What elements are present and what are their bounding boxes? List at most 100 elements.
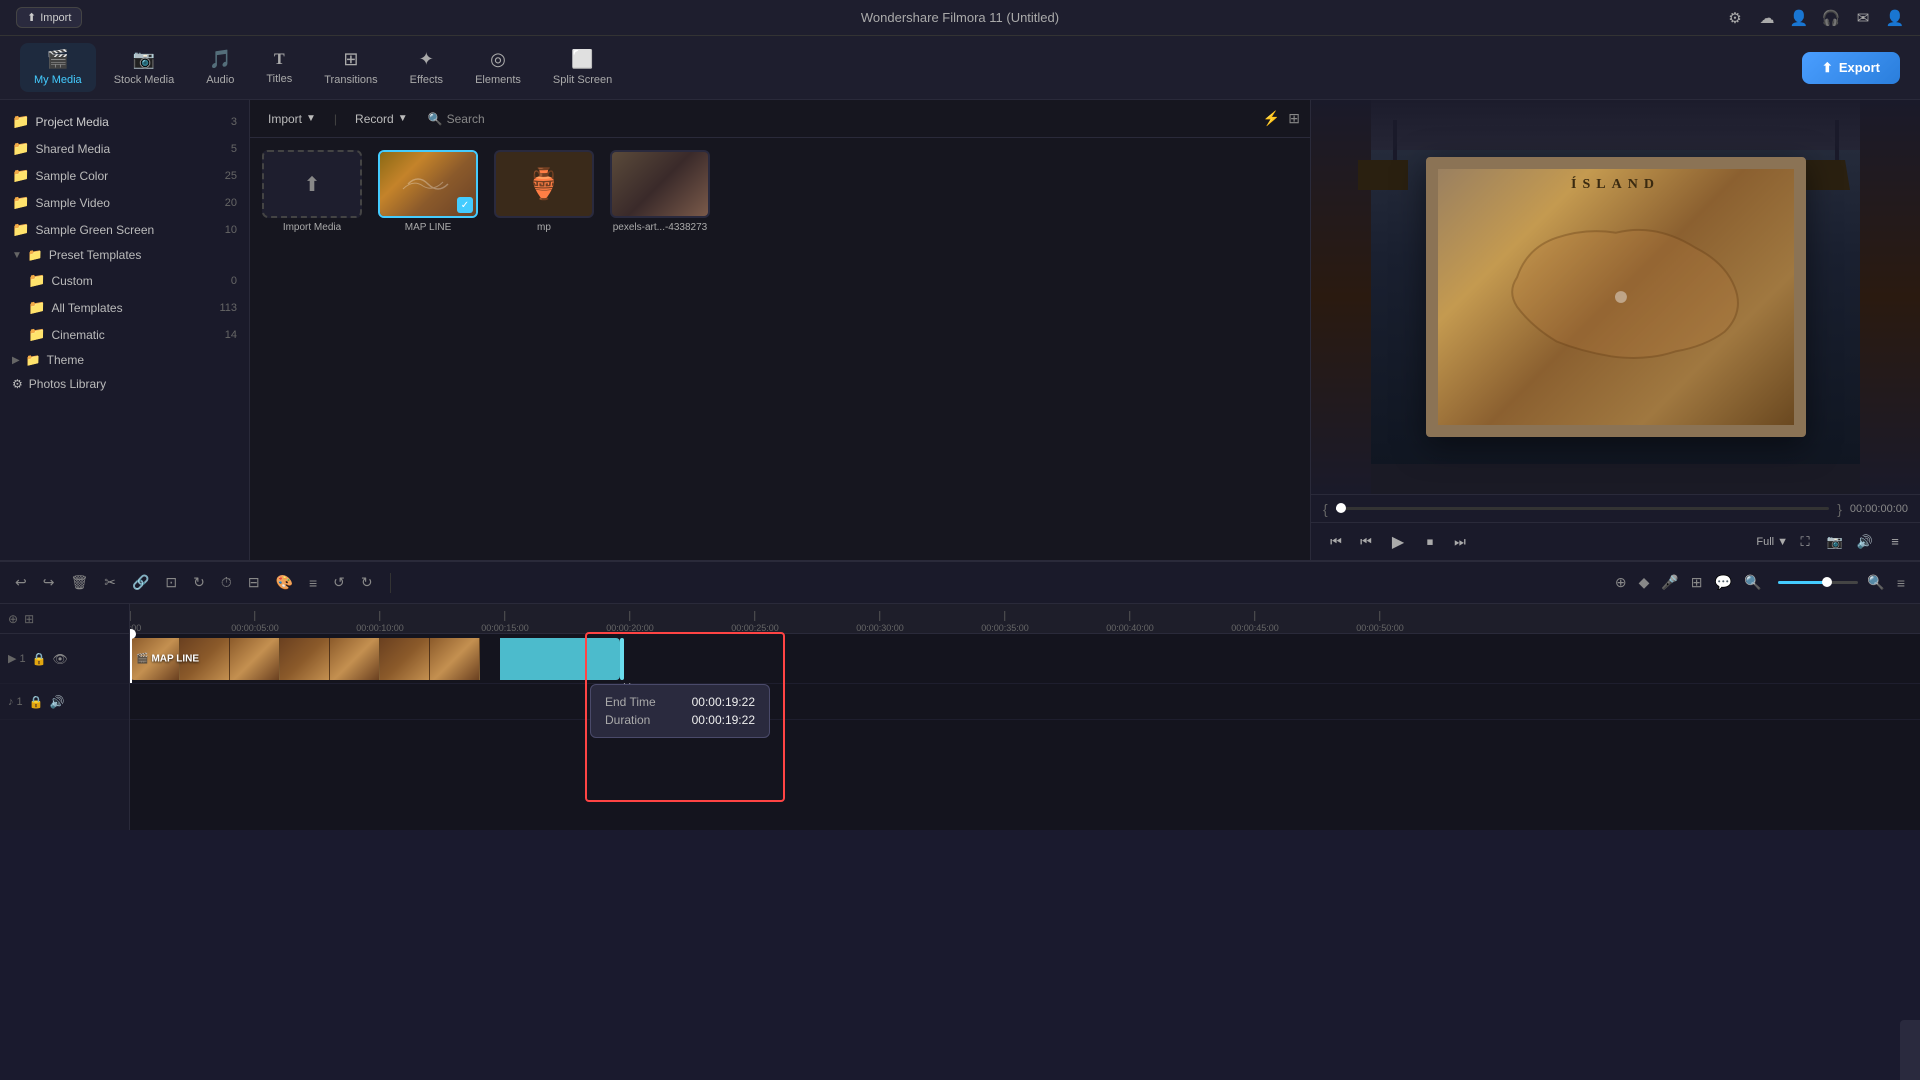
toolbar-titles[interactable]: T Titles	[252, 45, 306, 91]
headset-icon[interactable]: 🎧	[1822, 9, 1840, 27]
toolbar-effects[interactable]: ✦ Effects	[396, 43, 457, 92]
ruler-tick	[1379, 611, 1380, 621]
expand-tracks-icon[interactable]: ⊞	[24, 612, 34, 626]
timeline-tracks: 🎬 MAP LINE End Time 00:00:19	[130, 634, 1920, 720]
track-v1-lock-icon[interactable]: 🔒	[32, 652, 47, 666]
track-v1-eye-icon[interactable]: 👁	[53, 652, 68, 666]
sidebar-item-shared-media[interactable]: 📁 Shared Media 5	[0, 135, 249, 162]
sidebar-item-cinematic[interactable]: 📁 Cinematic 14	[0, 321, 249, 348]
export-label: Export	[1839, 60, 1880, 75]
settings-button[interactable]: ≡	[1882, 529, 1908, 555]
sidebar-item-sample-video[interactable]: 📁 Sample Video 20	[0, 189, 249, 216]
play-button[interactable]: ▶	[1383, 527, 1413, 557]
tooltip-end-time-label: End Time	[605, 695, 656, 709]
captions-icon[interactable]: 💬	[1712, 571, 1735, 594]
undo-icon[interactable]: ↩	[12, 571, 30, 594]
rewind-button[interactable]: ⏮	[1323, 529, 1349, 555]
color-icon[interactable]: 🎨	[273, 571, 296, 594]
effects-label: Effects	[410, 74, 443, 86]
titlebar-import-button[interactable]: ⬆ Import	[16, 7, 82, 28]
search-label: Search	[447, 112, 485, 126]
zoom-slider-area[interactable]	[1778, 581, 1858, 584]
snapshot-button[interactable]: 📷	[1822, 529, 1848, 555]
sidebar-theme-header[interactable]: ▶ 📁 Theme	[0, 348, 249, 372]
message-icon[interactable]: ✉	[1854, 9, 1872, 27]
volume-button[interactable]: 🔊	[1852, 529, 1878, 555]
rotate-icon[interactable]: ↻	[190, 571, 208, 594]
sidebar-item-sample-color[interactable]: 📁 Sample Color 25	[0, 162, 249, 189]
toolbar-elements[interactable]: ◎ Elements	[461, 43, 535, 92]
titlebar-left: ⬆ Import	[16, 7, 82, 28]
map-line-label: MAP LINE	[405, 222, 452, 233]
user-icon[interactable]: 👤	[1886, 9, 1904, 27]
fullscreen-button[interactable]: ⛶	[1792, 529, 1818, 555]
ruler-tick	[504, 611, 505, 621]
photos-library-label: Photos Library	[29, 377, 106, 391]
cut-icon[interactable]: ✂	[101, 571, 119, 594]
toolbar-transitions[interactable]: ⊞ Transitions	[310, 43, 391, 92]
next-frame-button[interactable]: ⏭	[1447, 529, 1473, 555]
sidebar-item-sample-green-screen[interactable]: 📁 Sample Green Screen 10	[0, 216, 249, 243]
zoom-in-icon[interactable]: 🔍	[1741, 571, 1764, 594]
record-button[interactable]: Record ▼	[347, 109, 416, 129]
adjust-icon[interactable]: ≡	[306, 572, 320, 594]
back-icon[interactable]: ↺	[330, 571, 348, 594]
sidebar-item-photos-library[interactable]: ⚙ Photos Library	[0, 372, 249, 396]
timeline-playhead	[130, 634, 132, 683]
filter-icon[interactable]: ⚡	[1263, 110, 1280, 127]
clip-teal-extension[interactable]	[500, 638, 620, 680]
sample-color-count: 25	[225, 170, 237, 182]
grid-view-icon[interactable]: ⊞	[1288, 110, 1300, 127]
magnet-icon[interactable]: 🔗	[129, 571, 152, 594]
media-item-pexels[interactable]: pexels-art...-4338273	[610, 150, 710, 233]
redo-icon[interactable]: ↪	[40, 571, 58, 594]
progress-bar-track[interactable]	[1336, 507, 1830, 510]
track-a1-lock-icon[interactable]: 🔒	[29, 695, 44, 709]
ruler-label-50s: 00:00:50:00	[1356, 623, 1404, 633]
account-icon[interactable]: 👤	[1790, 9, 1808, 27]
timeline-toolbar: ↩ ↪ 🗑 ✂ 🔗 ⊡ ↻ ⏱ ⊟ 🎨 ≡ ↺ ↻ ⊕ ◆ 🎤 ⊞ 💬 🔍 🔍	[0, 562, 1920, 604]
import-icon: ⬆	[27, 11, 36, 24]
expand-icon-preset: ▼	[12, 250, 22, 261]
add-track-icon[interactable]: ⊕	[1612, 571, 1630, 594]
toolbar-audio[interactable]: 🎵 Audio	[192, 43, 248, 92]
import-media-item[interactable]: ⬆ Import Media	[262, 150, 362, 233]
media-item-mp[interactable]: 🏺 mp	[494, 150, 594, 233]
stop-button[interactable]: ⏹	[1417, 529, 1443, 555]
toolbar-my-media[interactable]: 🎬 My Media	[20, 43, 96, 92]
sidebar-item-all-templates[interactable]: 📁 All Templates 113	[0, 294, 249, 321]
ruler-label-35s: 00:00:35:00	[981, 623, 1029, 633]
add-media-icon[interactable]: ⊕	[8, 612, 18, 626]
sidebar-item-project-media[interactable]: 📁 Project Media 3	[0, 108, 249, 135]
media-item-map-line[interactable]: ✓ MAP LINE	[378, 150, 478, 233]
settings-icon[interactable]: ⚙	[1726, 9, 1744, 27]
sidebar-preset-templates-header[interactable]: ▼ 📁 Preset Templates	[0, 243, 249, 267]
clip-name-label: MAP LINE	[151, 654, 199, 665]
more-options-icon[interactable]: ≡	[1894, 572, 1908, 594]
clip-map-filmstrip[interactable]: 🎬 MAP LINE	[130, 638, 500, 680]
crop-icon[interactable]: ⊡	[162, 571, 180, 594]
prev-frame-button[interactable]: ⏮	[1353, 529, 1379, 555]
elements-label: Elements	[475, 74, 521, 86]
delete-icon[interactable]: 🗑	[67, 571, 91, 594]
import-button[interactable]: Import ▼	[260, 109, 324, 129]
export-button[interactable]: ⬆ Export	[1802, 52, 1900, 84]
toolbar-split-screen[interactable]: ⬜ Split Screen	[539, 43, 626, 92]
search-area[interactable]: 🔍 Search	[428, 112, 485, 126]
sidebar-item-custom[interactable]: 📁 Custom 0	[0, 267, 249, 294]
zoom-out-icon[interactable]: 🔍	[1864, 571, 1887, 594]
audio-track-icon[interactable]: 🎤	[1658, 571, 1681, 594]
preview-quality[interactable]: Full ▼	[1756, 536, 1788, 548]
ruler-label-45s: 00:00:45:00	[1231, 623, 1279, 633]
forward-icon[interactable]: ↻	[358, 571, 376, 594]
clip-duration-icon[interactable]: ⊞	[1688, 571, 1706, 594]
preview-image-area: ÍSLAND	[1311, 100, 1920, 494]
toolbar-stock-media[interactable]: 📷 Stock Media	[100, 43, 189, 92]
keyframe-icon[interactable]: ◆	[1636, 571, 1653, 594]
cloud-icon[interactable]: ☁	[1758, 9, 1776, 27]
search-icon: 🔍	[428, 112, 443, 126]
timer-icon[interactable]: ⏱	[218, 571, 235, 594]
track-a1-volume-icon[interactable]: 🔊	[50, 695, 65, 709]
preview-video: ÍSLAND	[1311, 100, 1920, 494]
split-icon[interactable]: ⊟	[245, 571, 263, 594]
